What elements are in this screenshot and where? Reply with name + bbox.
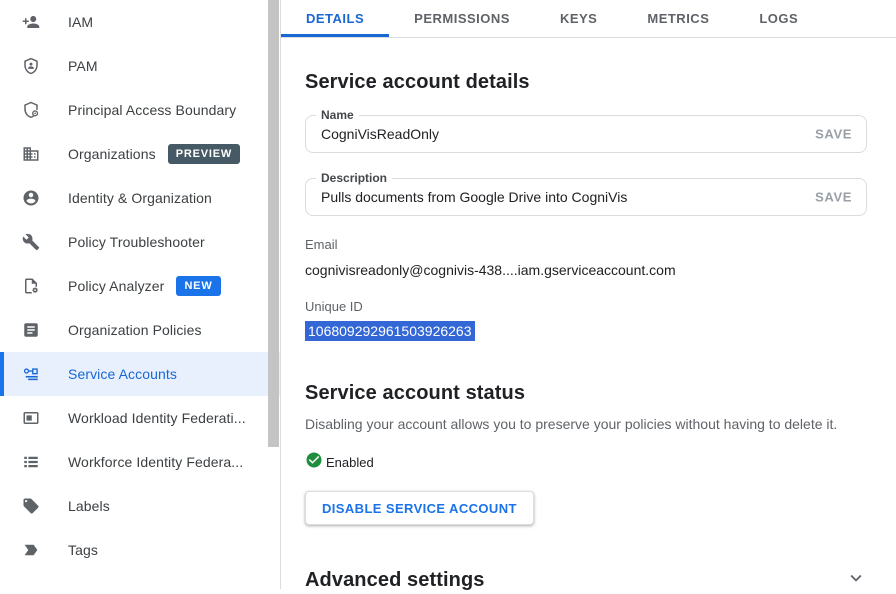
article-icon	[22, 321, 40, 339]
new-badge: NEW	[176, 276, 220, 296]
sidebar-item-label: Tags	[68, 542, 98, 558]
person-add-icon	[22, 13, 40, 31]
unique-id-row: 106809292961503926263	[305, 321, 867, 341]
organization-building-icon	[22, 145, 40, 163]
sidebar-item-label: Policy Troubleshooter	[68, 234, 205, 250]
sidebar-item-label: Principal Access Boundary	[68, 102, 236, 118]
sidebar-item-labels[interactable]: Labels	[0, 484, 280, 528]
description-input[interactable]	[306, 179, 786, 215]
check-circle-icon	[305, 451, 323, 474]
label-tag-icon	[22, 497, 40, 515]
list-icon	[22, 453, 40, 471]
tab-keys[interactable]: KEYS	[535, 0, 622, 37]
sidebar-item-policy-analyzer[interactable]: Policy Analyzer NEW	[0, 264, 280, 308]
description-field: Description SAVE	[305, 178, 867, 216]
sidebar-scrollbar-thumb[interactable]	[268, 0, 279, 447]
sidebar-item-workforce-identity-federation[interactable]: Workforce Identity Federa...	[0, 440, 280, 484]
tab-details[interactable]: DETAILS	[281, 0, 389, 37]
status-description: Disabling your account allows you to pre…	[305, 414, 867, 434]
sidebar-item-pam[interactable]: PAM	[0, 44, 280, 88]
unique-id-label: Unique ID	[305, 299, 867, 315]
service-account-key-icon	[22, 365, 40, 383]
document-gear-icon	[22, 277, 40, 295]
sidebar-item-workload-identity-federation[interactable]: Workload Identity Federati...	[0, 396, 280, 440]
service-account-status-title: Service account status	[305, 379, 867, 407]
tab-metrics[interactable]: METRICS	[622, 0, 734, 37]
shield-boundary-icon	[22, 101, 40, 119]
tab-permissions[interactable]: PERMISSIONS	[389, 0, 535, 37]
sidebar-item-organizations[interactable]: Organizations PREVIEW	[0, 132, 280, 176]
sidebar-item-identity-organization[interactable]: Identity & Organization	[0, 176, 280, 220]
main-panel: DETAILS PERMISSIONS KEYS METRICS LOGS Se…	[281, 0, 896, 589]
sidebar-item-organization-policies[interactable]: Organization Policies	[0, 308, 280, 352]
tab-bar: DETAILS PERMISSIONS KEYS METRICS LOGS	[281, 0, 896, 38]
sidebar-item-label: IAM	[68, 14, 93, 30]
sidebar-item-label: Policy Analyzer	[68, 278, 164, 294]
sidebar-item-service-accounts[interactable]: Service Accounts	[0, 352, 280, 396]
name-input[interactable]	[306, 116, 786, 152]
status-enabled-row: Enabled	[305, 451, 867, 474]
sidebar-item-label: PAM	[68, 58, 98, 74]
sidebar-item-label: Workload Identity Federati...	[68, 410, 246, 426]
sidebar-item-policy-troubleshooter[interactable]: Policy Troubleshooter	[0, 220, 280, 264]
service-account-details-title: Service account details	[305, 68, 867, 96]
advanced-settings-row[interactable]: Advanced settings	[305, 566, 867, 594]
status-enabled-label: Enabled	[326, 455, 374, 470]
sidebar-item-label: Organization Policies	[68, 322, 202, 338]
sidebar-item-label: Workforce Identity Federa...	[68, 454, 243, 470]
details-content: Service account details Name SAVE Descri…	[281, 68, 896, 594]
name-field: Name SAVE	[305, 115, 867, 153]
tab-logs[interactable]: LOGS	[734, 0, 823, 37]
account-circle-icon	[22, 189, 40, 207]
sidebar-item-iam[interactable]: IAM	[0, 0, 280, 44]
tag-arrow-icon	[22, 541, 40, 559]
sidebar-item-principal-access-boundary[interactable]: Principal Access Boundary	[0, 88, 280, 132]
shield-person-icon	[22, 57, 40, 75]
disable-service-account-button[interactable]: DISABLE SERVICE ACCOUNT	[305, 491, 534, 525]
email-label: Email	[305, 237, 867, 253]
sidebar-item-label: Service Accounts	[68, 366, 177, 382]
card-icon	[22, 409, 40, 427]
email-value: cognivisreadonly@cognivis-438....iam.gse…	[305, 261, 867, 279]
advanced-settings-title: Advanced settings	[305, 566, 485, 594]
sidebar: IAM PAM Principal Access Boundary Organi…	[0, 0, 281, 589]
preview-badge: PREVIEW	[168, 144, 240, 164]
sidebar-item-label: Organizations	[68, 146, 156, 162]
wrench-icon	[22, 233, 40, 251]
unique-id-value: 106809292961503926263	[305, 321, 475, 341]
sidebar-item-label: Labels	[68, 498, 110, 514]
name-save-button[interactable]: SAVE	[815, 127, 852, 142]
description-save-button[interactable]: SAVE	[815, 190, 852, 205]
chevron-down-icon[interactable]	[845, 567, 867, 594]
sidebar-item-tags[interactable]: Tags	[0, 528, 280, 572]
sidebar-item-label: Identity & Organization	[68, 190, 212, 206]
